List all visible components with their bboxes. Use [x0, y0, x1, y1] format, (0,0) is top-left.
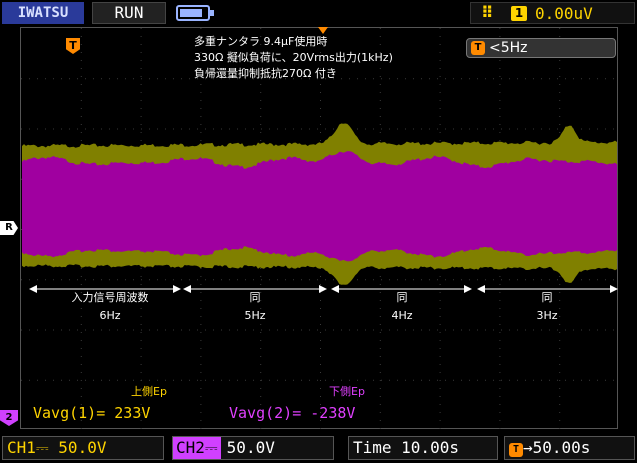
filter-text: <5Hz — [489, 40, 528, 56]
trigger-position-icon — [318, 27, 328, 34]
rising-edge-icon: ⠿ — [481, 3, 494, 22]
trigger-delay-setting[interactable]: T →50.00s — [504, 436, 635, 460]
top-status-bar: IWATSU RUN ⠿ 1 0.00uV — [0, 0, 637, 27]
ch1-average-measurement: Vavg(1)= 233V — [33, 404, 151, 422]
filter-indicator[interactable]: T <5Hz — [466, 38, 616, 58]
timebase-setting[interactable]: Time 10.00s — [348, 436, 498, 460]
ch2-waveform — [22, 151, 617, 262]
upper-ep-label: 上側Ep — [131, 385, 167, 398]
ch2-average-measurement: Vavg(2)= -238V — [229, 404, 356, 422]
brand-logo: IWATSU — [2, 2, 84, 24]
segment-3-title: 同 — [396, 291, 408, 304]
ch2-tag: CH2⎓ — [173, 437, 221, 459]
segment-4-title: 同 — [541, 291, 553, 304]
segment-4-freq: 3Hz — [536, 309, 558, 322]
battery-icon — [176, 5, 214, 21]
delay-icon: T — [509, 443, 523, 457]
annotation-text: 多重ナンタラ 9.4μF使用時 330Ω 擬似負荷に、20Vrms出力(1kHz… — [194, 34, 393, 82]
segment-1-title: 入力信号周波数 — [71, 291, 149, 304]
waveform-plot — [21, 28, 618, 429]
annotation-line-3: 負帰還量抑制抵抗270Ω 付き — [194, 67, 337, 80]
lower-ep-label: 下側Ep — [329, 385, 365, 398]
segment-2-freq: 5Hz — [244, 309, 266, 322]
trigger-settings[interactable]: ⠿ 1 0.00uV — [470, 2, 635, 24]
bottom-status-bar: CH1⎓ 50.0V CH2⎓ 50.0V Time 10.00s T →50.00… — [0, 432, 637, 463]
segment-1-arrow-left — [29, 285, 37, 293]
segment-1-freq: 6Hz — [99, 309, 121, 322]
ch2-scale[interactable]: CH2⎓ 50.0V — [172, 436, 334, 460]
run-state-indicator[interactable]: RUN — [92, 2, 166, 24]
trigger-channel-badge: 1 — [511, 6, 527, 21]
filter-icon: T — [471, 41, 485, 55]
ch1-scale[interactable]: CH1⎓ 50.0V — [2, 436, 164, 460]
reference-marker-icon: R — [0, 221, 18, 235]
annotation-line-1: 多重ナンタラ 9.4μF使用時 — [194, 35, 328, 48]
waveform-display[interactable] — [20, 27, 618, 429]
annotation-line-2: 330Ω 擬似負荷に、20Vrms出力(1kHz) — [194, 51, 393, 64]
ch2-marker-icon: 2 — [0, 410, 18, 426]
delay-value: →50.00s — [523, 438, 591, 457]
segment-2-title: 同 — [249, 291, 261, 304]
segment-3-freq: 4Hz — [391, 309, 413, 322]
trigger-level-value: 0.00uV — [535, 4, 593, 23]
ch2-scale-value: 50.0V — [226, 438, 275, 457]
